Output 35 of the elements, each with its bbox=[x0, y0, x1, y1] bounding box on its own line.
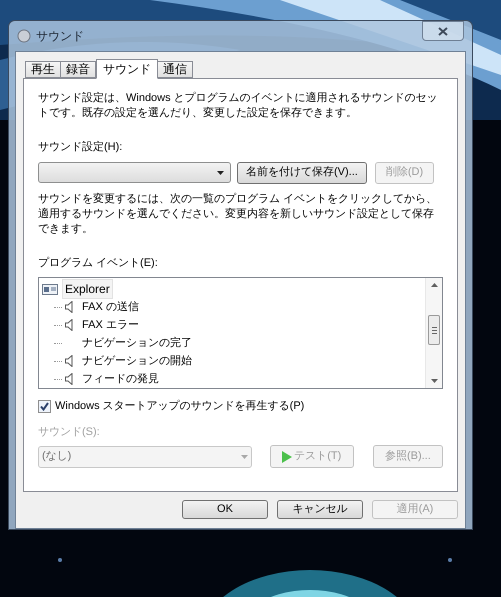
tree-item[interactable]: ナビゲーションの開始 bbox=[82, 352, 192, 370]
dropdown-arrow-icon bbox=[217, 170, 224, 174]
event-list[interactable]: Explorer FAX の送信 FAX エラー ナビゲーションの完了 ナビゲーションの開始 フィードの発見 bbox=[38, 277, 443, 389]
scheme-dropdown[interactable] bbox=[38, 162, 231, 183]
tree-item[interactable]: FAX エラー bbox=[82, 316, 139, 334]
close-button[interactable] bbox=[422, 21, 464, 41]
startup-sound-label: Windows スタートアップのサウンドを再生する(P) bbox=[55, 398, 304, 414]
scroll-down-icon bbox=[430, 379, 438, 383]
tab[interactable]: 再生 bbox=[25, 61, 61, 78]
startup-sound-checkbox[interactable] bbox=[38, 400, 51, 413]
scrollbar[interactable] bbox=[425, 278, 442, 388]
scheme-label: サウンド設定(H): bbox=[38, 140, 122, 155]
scroll-up-icon bbox=[430, 283, 438, 287]
tab[interactable]: サウンド bbox=[96, 59, 158, 79]
program-events-label: プログラム イベント(E): bbox=[38, 256, 158, 270]
dialog-button[interactable]: OK bbox=[182, 500, 268, 519]
close-icon bbox=[438, 26, 448, 36]
tab[interactable]: 録音 bbox=[60, 61, 96, 78]
program-icon bbox=[42, 284, 58, 294]
sound-value: (なし) bbox=[42, 449, 72, 464]
tree-item[interactable]: フィードの発見 bbox=[82, 370, 159, 388]
scroll-thumb[interactable] bbox=[428, 315, 440, 345]
save-as-button[interactable]: 名前を付けて保存(V)... bbox=[237, 162, 367, 184]
window-title: サウンド bbox=[36, 28, 84, 45]
checkmark-icon bbox=[40, 402, 49, 411]
instruction-text: サウンドを変更するには、次の一覧のプログラム イベントをクリックしてから、適用するサウンドを選んでください。変更内容を新しいサウンド設定として保存できます。 bbox=[38, 192, 438, 236]
sound-label: サウンド(S): bbox=[38, 424, 100, 440]
tree-item[interactable]: Explorer bbox=[62, 279, 113, 299]
dropdown-arrow-icon bbox=[240, 454, 248, 458]
play-icon bbox=[282, 450, 292, 462]
tree-item[interactable]: ナビゲーションの完了 bbox=[82, 334, 192, 352]
dialog-button[interactable]: キャンセル bbox=[277, 500, 363, 519]
tab[interactable]: 通信 bbox=[157, 61, 193, 78]
description-text: サウンド設定は、Windows とプログラムのイベントに適用されるサウンドのセットです。既存の設定を選んだり、変更した設定を保存できます。 bbox=[38, 91, 439, 121]
tree-item[interactable]: FAX の送信 bbox=[82, 298, 139, 316]
